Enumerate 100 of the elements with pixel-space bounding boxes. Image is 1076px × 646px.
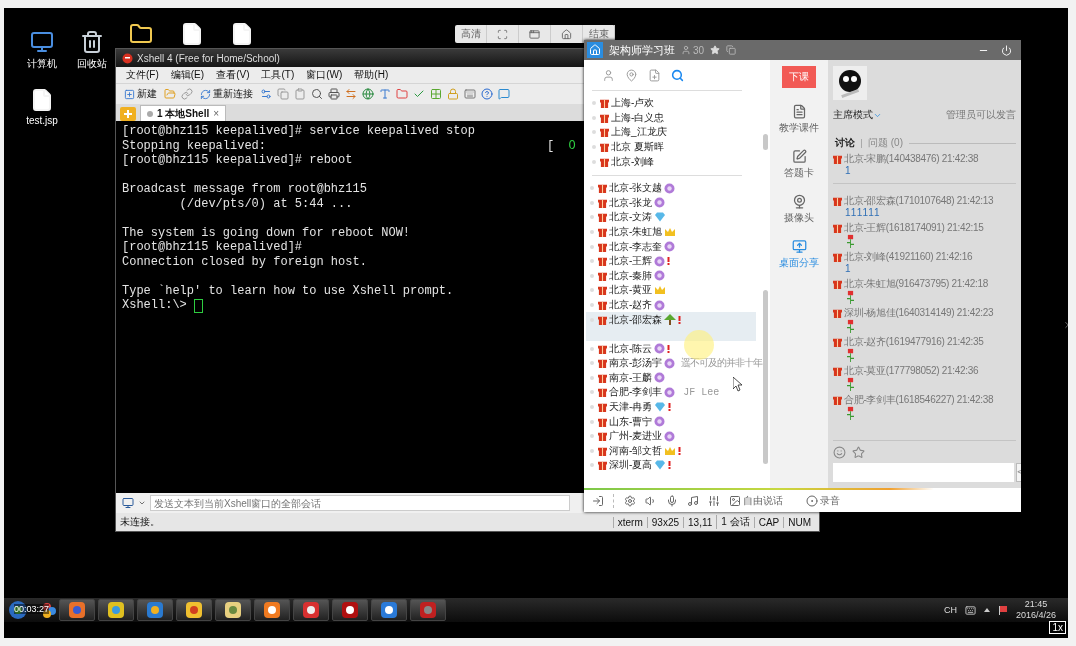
member-name[interactable]: 北京-陈云 xyxy=(609,341,653,356)
menu-item[interactable]: 编辑(E) xyxy=(170,68,205,82)
member-name[interactable]: 北京-刘峰 xyxy=(611,154,655,169)
sidebar-tool-button[interactable]: 摄像头 xyxy=(784,194,814,225)
location-pin-button[interactable] xyxy=(625,68,638,82)
taskbar-app-button[interactable] xyxy=(293,599,329,621)
taskbar-app-button[interactable] xyxy=(137,599,173,621)
microphone-icon[interactable] xyxy=(666,495,678,507)
chat-input[interactable] xyxy=(833,463,1014,482)
exit-icon[interactable] xyxy=(592,495,604,507)
member-name[interactable]: 天津-冉勇 xyxy=(609,400,653,414)
member-name[interactable]: 河南-邹文哲 xyxy=(609,443,663,458)
toolbar-button[interactable]: 自由说话 xyxy=(729,494,783,508)
member-name[interactable]: 合肥-李剑丰 xyxy=(609,385,663,400)
toolbar-button[interactable]: 录音 xyxy=(806,494,840,508)
member-name[interactable]: 北京-李志奎 xyxy=(609,239,663,254)
close-tab-button[interactable]: × xyxy=(213,108,220,119)
member-name[interactable]: 北京-张龙 xyxy=(609,195,653,210)
member-name[interactable]: 上海-卢欢 xyxy=(611,96,655,111)
toolbar-label[interactable]: 高清 xyxy=(460,27,481,41)
help-icon[interactable] xyxy=(481,88,493,100)
member-name[interactable]: 山东-曹宁 xyxy=(609,414,653,429)
search-icon[interactable] xyxy=(311,88,323,100)
computer-icon[interactable] xyxy=(30,30,54,54)
selected-row[interactable]: 北京-邵宏森 xyxy=(586,312,756,342)
desktop-icon-label[interactable]: test.jsp xyxy=(26,115,58,126)
menu-item[interactable]: 帮助(H) xyxy=(354,68,389,82)
member-name[interactable]: 北京-张文越 xyxy=(609,181,663,196)
home-icon[interactable] xyxy=(561,28,572,40)
link-icon[interactable] xyxy=(181,88,193,100)
member-name[interactable]: 南京-彭汤宇 xyxy=(609,356,663,371)
menu-item[interactable]: 文件(F) xyxy=(126,68,159,82)
keyboard-icon[interactable] xyxy=(964,604,976,616)
chat-icon[interactable] xyxy=(498,88,510,100)
desktop-icon-label[interactable]: 回收站 xyxy=(77,57,107,71)
music-icon[interactable] xyxy=(687,495,699,507)
member-name[interactable]: 北京-邵宏森 xyxy=(609,312,663,327)
member-name[interactable]: 北京-王辉 xyxy=(609,254,653,269)
settings-icon[interactable] xyxy=(260,88,272,100)
member-name[interactable]: 南京-王麟 xyxy=(609,370,653,385)
taskbar-app-button[interactable] xyxy=(176,599,212,621)
chat-tab[interactable]: 讨论 xyxy=(833,136,857,150)
speaker-icon[interactable] xyxy=(645,495,657,507)
sidebar-tool-button[interactable]: 答题卡 xyxy=(784,149,814,180)
member-name[interactable]: 北京-秦肺 xyxy=(609,268,653,283)
taskbar-app-button[interactable] xyxy=(98,599,134,621)
search-button[interactable] xyxy=(671,68,684,82)
desktop-icon-label[interactable]: 计算机 xyxy=(27,57,57,71)
file-icon[interactable] xyxy=(230,22,254,46)
member-name[interactable]: 北京-赵齐 xyxy=(609,298,653,312)
member-name[interactable]: 深圳-夏高 xyxy=(609,458,653,473)
member-name[interactable]: 北京-朱虹旭 xyxy=(609,225,663,240)
menu-item[interactable]: 查看(V) xyxy=(216,68,250,82)
taskbar-app-button[interactable] xyxy=(254,599,290,621)
session-tab[interactable]: 1 本地Shell × xyxy=(140,105,227,121)
transfer-icon[interactable] xyxy=(345,88,357,100)
trash-icon[interactable] xyxy=(80,30,104,54)
input-language[interactable]: CH xyxy=(943,605,957,615)
member-name[interactable]: 上海_江龙庆 xyxy=(611,125,667,140)
file-icon[interactable] xyxy=(30,88,54,112)
menu-item[interactable]: 工具(T) xyxy=(261,68,295,82)
star-icon[interactable] xyxy=(710,45,721,55)
folder-icon[interactable] xyxy=(129,22,153,46)
member-name[interactable]: 北京-文涛 xyxy=(609,210,653,225)
selection-icon[interactable] xyxy=(497,28,508,40)
sliders-icon[interactable] xyxy=(708,495,720,507)
copy-icon[interactable] xyxy=(726,45,737,55)
emoji-icon[interactable] xyxy=(833,446,846,459)
scrollbar-thumb[interactable] xyxy=(763,134,768,150)
caret-up-icon[interactable] xyxy=(983,608,990,612)
member-name[interactable]: 广州-麦进业 xyxy=(609,429,663,444)
session-icon[interactable] xyxy=(122,497,134,509)
member-name[interactable]: 北京-黄亚 xyxy=(609,283,653,298)
check-icon[interactable] xyxy=(413,88,425,100)
toolbar-button[interactable]: 重新连接 xyxy=(198,87,255,101)
member-name[interactable]: 上海-白义忠 xyxy=(611,110,665,125)
flower-icon[interactable] xyxy=(852,446,865,459)
member-name[interactable]: 北京 夏斯晖 xyxy=(611,140,664,155)
settings-icon[interactable] xyxy=(624,495,636,507)
window-icon[interactable] xyxy=(529,28,540,40)
note-button[interactable] xyxy=(648,68,661,82)
printer-icon[interactable] xyxy=(328,88,340,100)
file-icon[interactable] xyxy=(180,22,204,46)
grid-icon[interactable] xyxy=(430,88,442,100)
globe-icon[interactable] xyxy=(362,88,374,100)
sidebar-tool-button[interactable]: 教学课件 xyxy=(779,104,819,135)
caret-icon[interactable] xyxy=(138,499,146,507)
clipboard-icon[interactable] xyxy=(294,88,306,100)
scrollbar-thumb[interactable] xyxy=(763,290,768,464)
toolbar-label[interactable]: 结束 xyxy=(588,27,609,41)
flag-icon[interactable] xyxy=(997,605,1008,615)
clock[interactable]: 21:45 2016/4/26 xyxy=(1015,599,1056,621)
taskbar-app-button[interactable] xyxy=(371,599,407,621)
send-text-field[interactable]: 发送文本到当前Xshell窗口的全部会话 xyxy=(150,495,570,511)
menu-item[interactable]: 窗口(W) xyxy=(306,68,343,82)
taskbar-app-button[interactable] xyxy=(215,599,251,621)
taskbar-app-button[interactable] xyxy=(332,599,368,621)
mode-dropdown[interactable]: 主席模式 xyxy=(833,108,882,122)
user-button[interactable] xyxy=(602,68,615,82)
home-button[interactable] xyxy=(587,42,603,58)
